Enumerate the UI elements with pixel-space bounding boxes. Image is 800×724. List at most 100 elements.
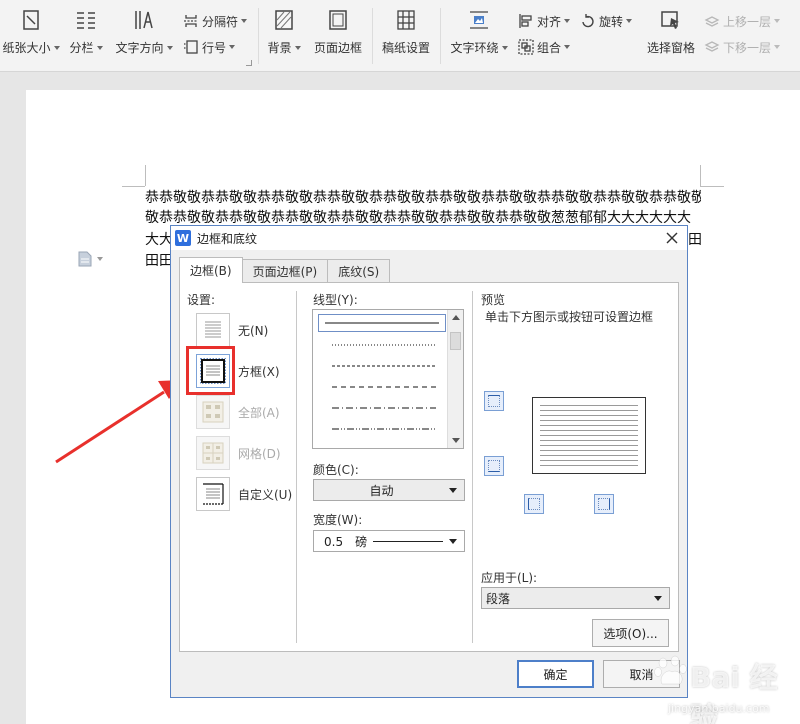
preview-text-line: [540, 420, 638, 421]
line-style-scrollbar[interactable]: [447, 310, 463, 448]
chevron-down-icon: [166, 45, 173, 50]
left-border-button[interactable]: [524, 494, 544, 514]
line-style-dotted[interactable]: [318, 336, 446, 354]
setting-grid[interactable]: 网格(D): [196, 436, 281, 470]
text-wrap-button[interactable]: 文字环绕: [448, 8, 510, 64]
apply-to-value: 段落: [486, 591, 511, 606]
setting-custom-label: 自定义(U): [238, 487, 293, 502]
toolbar-divider: [258, 8, 259, 64]
setting-grid-label: 网格(D): [238, 446, 281, 461]
right-border-button[interactable]: [594, 494, 614, 514]
dialog-title-bar[interactable]: W 边框和底纹: [171, 226, 687, 250]
close-button[interactable]: [663, 229, 681, 247]
chevron-down-icon: [96, 45, 103, 50]
line-style-dash[interactable]: [318, 378, 446, 396]
document-text-fragment[interactable]: 田: [688, 229, 704, 251]
preview-area: 预览 单击下方图示或按钮可设置边框 应用于(L): 段落 选项(O)...: [480, 291, 670, 647]
tab-page-border[interactable]: 页面边框(P): [241, 259, 329, 283]
chevron-down-icon: [53, 45, 60, 50]
line-style-short-dash[interactable]: [318, 357, 446, 375]
preview-sample[interactable]: [532, 397, 646, 474]
border-custom-icon: [196, 477, 230, 511]
background-button[interactable]: 背景: [264, 8, 304, 64]
line-number-button[interactable]: 行号: [183, 36, 236, 58]
paper-size-label: 纸张大小: [2, 41, 51, 55]
chevron-down-icon: [501, 45, 508, 50]
color-dropdown[interactable]: 自动: [313, 479, 465, 501]
manuscript-settings-button[interactable]: 稿纸设置: [378, 8, 434, 64]
text-wrap-icon: [470, 11, 488, 29]
chevron-down-icon: [229, 45, 236, 49]
apply-to-label: 应用于(L):: [481, 571, 538, 585]
separator-label: 分隔符: [202, 14, 239, 29]
columns-button[interactable]: 分栏: [66, 8, 106, 64]
chevron-down-icon: [774, 19, 781, 23]
scroll-up-icon[interactable]: [452, 315, 460, 320]
group-button[interactable]: 组合: [518, 36, 571, 58]
line-style-dash-dot[interactable]: [318, 399, 446, 417]
tab-shading[interactable]: 底纹(S): [327, 259, 391, 283]
text-wrap-label: 文字环绕: [450, 41, 499, 55]
line-style-dash-dot-dot[interactable]: [318, 420, 446, 438]
setting-box-label: 方框(X): [238, 364, 280, 379]
group-icon: [518, 39, 534, 55]
chevron-down-icon: [241, 19, 248, 23]
line-style-list[interactable]: [312, 309, 464, 449]
setting-all[interactable]: 全部(A): [196, 395, 280, 429]
width-value: 0.5 磅: [324, 534, 368, 549]
chevron-down-icon: [97, 257, 103, 261]
scroll-thumb[interactable]: [450, 332, 461, 350]
rotate-button[interactable]: 旋转: [580, 10, 633, 32]
text-direction-button[interactable]: 文字方向: [114, 8, 174, 64]
bring-forward-button[interactable]: 上移一层: [704, 10, 781, 32]
paragraph-layout-button[interactable]: [78, 250, 106, 268]
separator-button[interactable]: 分隔符: [183, 10, 248, 32]
top-border-button[interactable]: [484, 391, 504, 411]
chevron-down-icon: [774, 45, 781, 49]
apply-to-dropdown[interactable]: 段落: [481, 587, 670, 609]
borders-shading-dialog: W 边框和底纹 边框(B) 页面边框(P) 底纹(S) 设置: 无(N) 方框(…: [170, 225, 688, 698]
preview-text-line: [540, 410, 638, 411]
chevron-down-icon: [449, 538, 457, 544]
scroll-down-icon[interactable]: [452, 438, 460, 443]
width-dropdown[interactable]: 0.5 磅: [313, 530, 465, 552]
section-divider: [296, 291, 297, 643]
preview-text-line: [540, 455, 638, 456]
top-border-icon: [488, 395, 500, 407]
toolbar-divider: [440, 8, 441, 64]
line-style-solid[interactable]: [318, 314, 446, 332]
preview-hint: 单击下方图示或按钮可设置边框: [485, 310, 654, 324]
color-label: 颜色(C):: [313, 463, 359, 477]
line-number-label: 行号: [202, 40, 227, 55]
dialog-title: 边框和底纹: [197, 231, 258, 246]
tab-borders[interactable]: 边框(B): [179, 257, 243, 283]
document-text-line[interactable]: 恭恭敬敬恭恭敬敬恭恭敬敬恭恭敬敬恭恭敬敬恭恭敬敬恭恭敬敬恭恭敬敬恭恭敬敬恭恭敬敬…: [145, 187, 701, 209]
options-button[interactable]: 选项(O)...: [592, 619, 669, 647]
send-backward-button[interactable]: 下移一层: [704, 36, 781, 58]
chevron-down-icon: [626, 19, 633, 23]
columns-label: 分栏: [69, 41, 94, 55]
manuscript-grid-icon: [397, 10, 415, 30]
bottom-border-button[interactable]: [484, 456, 504, 476]
cancel-button[interactable]: 取消: [603, 660, 680, 688]
crop-mark: [700, 165, 701, 186]
line-style-label: 线型(Y):: [313, 293, 358, 307]
line-number-icon: [184, 40, 198, 54]
selection-pane-button[interactable]: 选择窗格: [646, 8, 696, 64]
ribbon-toolbar: 纸张大小 分栏 文字方向 分隔符 行号 背景 页面边框 稿纸设置 文字环绕 对齐: [0, 0, 800, 72]
manuscript-label: 稿纸设置: [381, 41, 430, 55]
paper-size-button[interactable]: 纸张大小: [2, 8, 60, 64]
border-grid-icon: [196, 436, 230, 470]
align-button[interactable]: 对齐: [518, 10, 571, 32]
group-expand-icon[interactable]: [246, 60, 252, 66]
preview-text-line: [540, 465, 638, 466]
document-icon: [78, 251, 92, 267]
setting-custom[interactable]: 自定义(U): [196, 477, 292, 511]
color-value: 自动: [369, 483, 394, 498]
ok-button[interactable]: 确定: [517, 660, 594, 688]
preview-label: 预览: [481, 293, 506, 307]
preview-text-line: [540, 460, 638, 461]
setting-none[interactable]: 无(N): [196, 313, 268, 347]
preview-text-line: [540, 405, 638, 406]
page-border-button[interactable]: 页面边框: [310, 8, 366, 64]
